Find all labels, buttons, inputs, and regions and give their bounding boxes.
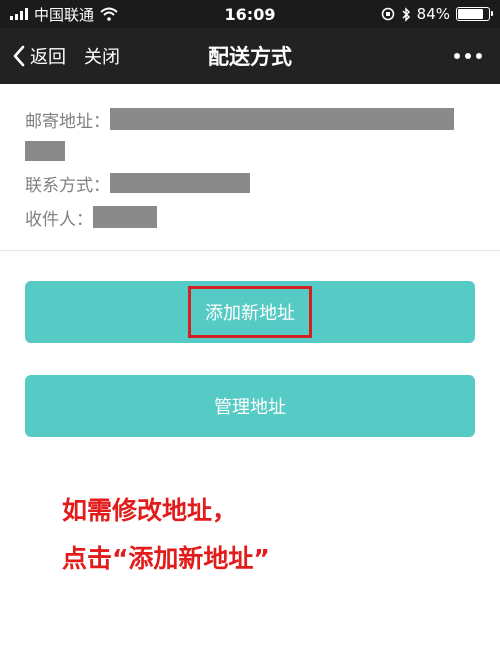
instruction-line-1: 如需修改地址，	[62, 496, 238, 525]
battery-icon	[456, 7, 493, 21]
more-dot-icon	[476, 53, 482, 59]
recipient-row: 收件人：	[25, 200, 475, 234]
redacted-postal-address-continued	[25, 141, 65, 161]
manage-address-button[interactable]: 管理地址	[25, 375, 475, 437]
more-menu-button[interactable]	[454, 53, 488, 59]
back-chevron-icon[interactable]	[12, 45, 26, 67]
instruction-annotation: 如需修改地址， 点击“添加新地址”	[62, 487, 500, 583]
address-info-section: 邮寄地址： 联系方式： 收件人：	[0, 84, 500, 251]
orientation-lock-icon	[381, 7, 394, 21]
highlight-box: 添加新地址	[188, 286, 312, 338]
recipient-label: 收件人：	[25, 209, 93, 230]
postal-address-label: 邮寄地址：	[25, 111, 110, 132]
add-address-button[interactable]: 添加新地址	[25, 281, 475, 343]
wifi-icon	[100, 7, 118, 21]
instruction-line-2: 点击“添加新地址”	[62, 544, 270, 573]
contact-label: 联系方式：	[25, 175, 110, 196]
nav-left: 返回 关闭	[12, 43, 120, 69]
redacted-contact	[110, 173, 250, 193]
bluetooth-icon	[402, 6, 410, 22]
status-left: 中国联通	[10, 4, 118, 25]
status-right: 84%	[381, 5, 493, 23]
contact-row: 联系方式：	[25, 166, 475, 200]
status-bar: 中国联通 16:09 84%	[0, 0, 500, 28]
close-button[interactable]: 关闭	[84, 43, 120, 69]
postal-address-row: 邮寄地址：	[25, 102, 475, 136]
more-dot-icon	[454, 53, 460, 59]
more-dot-icon	[465, 53, 471, 59]
signal-icon	[10, 8, 28, 20]
nav-bar: 返回 关闭 配送方式	[0, 28, 500, 84]
add-address-label: 添加新地址	[205, 303, 295, 324]
carrier-name: 中国联通	[34, 5, 95, 24]
battery-percent: 84%	[416, 5, 450, 23]
postal-address-continued-row	[25, 136, 475, 166]
back-button[interactable]: 返回	[30, 43, 66, 69]
redacted-recipient	[93, 206, 157, 228]
redacted-postal-address	[110, 108, 454, 130]
manage-address-label: 管理地址	[214, 397, 286, 418]
